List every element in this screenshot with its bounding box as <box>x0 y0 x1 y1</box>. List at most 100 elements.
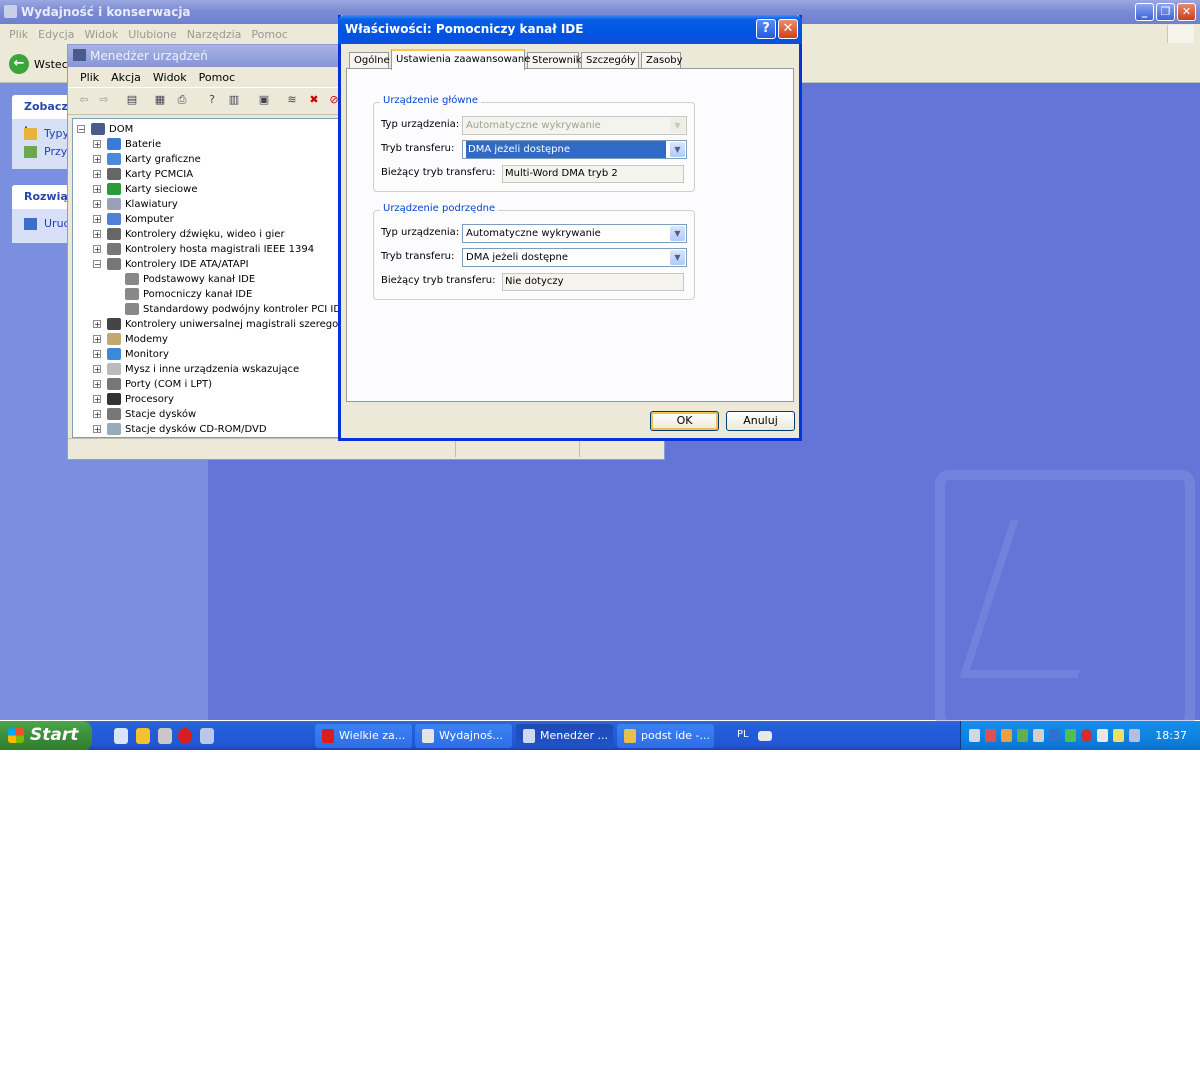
close-button[interactable]: ✕ <box>1177 3 1196 21</box>
collapse-icon[interactable]: − <box>77 125 85 134</box>
tree-item-label: Kontrolery IDE ATA/ATAPI <box>125 259 249 270</box>
chevron-down-icon[interactable]: ▼ <box>670 226 685 241</box>
helper-icon <box>24 146 37 158</box>
console-tree-icon[interactable]: ▤ <box>124 93 140 107</box>
secondary-transfer-mode-label: Tryb transferu: <box>381 251 455 262</box>
secondary-device-type-select[interactable]: Automatyczne wykrywanie ▼ <box>462 224 687 243</box>
primary-transfer-mode-value: DMA jeżeli dostępne <box>466 141 666 158</box>
media-player-icon[interactable] <box>136 728 150 744</box>
back-arrow-icon[interactable]: ← <box>9 54 29 74</box>
menu-favorites[interactable]: Ulubione <box>128 28 177 41</box>
tab-driver[interactable]: Sterownik <box>527 52 582 69</box>
expand-icon[interactable]: + <box>93 140 101 149</box>
primary-transfer-mode-label: Tryb transferu: <box>381 143 455 154</box>
expand-icon[interactable]: + <box>93 245 101 254</box>
minimize-button[interactable]: _ <box>1135 3 1154 21</box>
menu-file[interactable]: Plik <box>9 28 28 41</box>
close-button[interactable]: ✕ <box>778 19 798 39</box>
taskbar-button[interactable]: Menedżer ... <box>516 724 613 748</box>
tree-item-label: Procesory <box>125 394 174 405</box>
expand-icon[interactable]: + <box>93 185 101 194</box>
chevron-down-icon[interactable]: ▼ <box>670 250 685 265</box>
primary-transfer-mode-select[interactable]: DMA jeżeli dostępne ▼ <box>462 140 687 159</box>
update-driver-icon[interactable]: ≋ <box>284 93 300 107</box>
tab-details[interactable]: Szczegóły <box>581 52 639 69</box>
notepad-icon[interactable] <box>158 728 172 744</box>
expand-icon[interactable]: + <box>93 170 101 179</box>
back-icon[interactable]: ⇦ <box>76 93 92 107</box>
secondary-device-group: Urządzenie podrzędne Typ urządzenia: Aut… <box>373 203 695 300</box>
menu-tools[interactable]: Narzędzia <box>187 28 242 41</box>
menu-edit[interactable]: Edycja <box>38 28 74 41</box>
expand-icon[interactable]: + <box>93 200 101 209</box>
help-icon[interactable]: ? <box>204 93 220 107</box>
menu-view[interactable]: Widok <box>84 28 118 41</box>
dm-menu-help[interactable]: Pomoc <box>199 71 235 84</box>
keyboard-icon[interactable] <box>758 731 772 741</box>
tab-general[interactable]: Ogólne <box>349 52 390 69</box>
collapse-icon[interactable]: − <box>93 260 101 269</box>
properties-dialog-titlebar[interactable]: Właściwości: Pomocniczy kanał IDE ? ✕ <box>338 15 802 44</box>
tree-item-label: Komputer <box>125 214 174 225</box>
opera-icon[interactable] <box>178 728 192 744</box>
see-also-header[interactable]: Zobacz t <box>12 95 74 137</box>
expand-icon[interactable]: + <box>93 425 101 434</box>
network-icon[interactable] <box>969 729 980 742</box>
expand-icon[interactable]: + <box>93 215 101 224</box>
tab-resources[interactable]: Zasoby <box>641 52 683 69</box>
bluetooth-icon[interactable] <box>1049 729 1060 742</box>
expand-icon[interactable]: + <box>93 365 101 374</box>
secondary-transfer-mode-select[interactable]: DMA jeżeli dostępne ▼ <box>462 248 687 267</box>
chevron-down-icon[interactable]: ▼ <box>670 142 685 157</box>
cancel-button[interactable]: Anuluj <box>726 411 795 431</box>
expand-icon[interactable]: + <box>93 320 101 329</box>
users-icon[interactable] <box>1129 729 1140 742</box>
uninstall-icon[interactable]: ✖ <box>306 93 322 107</box>
tab-advanced-settings[interactable]: Ustawienia zaawansowane <box>391 49 530 70</box>
expand-icon[interactable]: + <box>93 155 101 164</box>
expand-icon[interactable]: + <box>93 335 101 344</box>
display-icon[interactable] <box>1097 729 1108 742</box>
dm-menu-action[interactable]: Akcja <box>111 71 141 84</box>
troubleshoot-panel: Rozwiąż Uruc <box>12 185 74 243</box>
safely-remove-icon[interactable] <box>1065 729 1076 742</box>
view-icon[interactable]: ▥ <box>226 93 242 107</box>
antivirus-icon[interactable] <box>1081 729 1092 742</box>
see-also-item[interactable]: Przy <box>12 143 74 161</box>
see-also-item[interactable]: Typy <box>12 125 74 143</box>
volume-icon[interactable] <box>1113 729 1124 742</box>
troubleshoot-item[interactable]: Uruc <box>12 215 74 233</box>
restore-button[interactable]: ❐ <box>1156 3 1175 21</box>
forward-icon[interactable]: ⇨ <box>96 93 112 107</box>
secondary-device-type-label: Typ urządzenia: <box>381 227 460 238</box>
troubleshoot-header[interactable]: Rozwiąż <box>12 185 74 209</box>
tray-app-icon[interactable] <box>1001 729 1012 742</box>
wireless-icon[interactable] <box>1017 729 1028 742</box>
expand-icon[interactable]: + <box>93 410 101 419</box>
menu-help[interactable]: Pomoc <box>251 28 287 41</box>
expand-icon[interactable]: + <box>93 380 101 389</box>
language-indicator[interactable]: PL <box>737 729 749 740</box>
dm-menu-file[interactable]: Plik <box>80 71 99 84</box>
tray-app-icon[interactable] <box>1033 729 1044 742</box>
show-desktop-icon[interactable] <box>114 728 128 744</box>
scan-hardware-icon[interactable]: ▣ <box>256 93 272 107</box>
quicklaunch-icon[interactable] <box>200 728 214 744</box>
device-tree[interactable]: − DOM + Baterie + Karty graficzne + Karty PCM… <box>72 118 342 438</box>
start-button[interactable]: Start <box>0 721 92 750</box>
print-icon[interactable]: ⎙ <box>174 93 190 107</box>
expand-icon[interactable]: + <box>93 395 101 404</box>
dm-menu-view[interactable]: Widok <box>153 71 187 84</box>
taskbar-button[interactable]: Wydajnoś... <box>415 724 512 748</box>
ok-button[interactable]: OK <box>650 411 719 431</box>
folder-icon <box>24 128 37 140</box>
taskbar-button[interactable]: Wielkie za... <box>315 724 412 748</box>
help-button[interactable]: ? <box>756 19 776 39</box>
taskbar-button-label: Menedżer ... <box>540 729 609 742</box>
expand-icon[interactable]: + <box>93 230 101 239</box>
expand-icon[interactable]: + <box>93 350 101 359</box>
device-category-icon <box>107 423 121 435</box>
tray-app-icon[interactable] <box>985 729 996 742</box>
properties-icon[interactable]: ▦ <box>152 93 168 107</box>
taskbar-button[interactable]: podst ide -... <box>617 724 714 748</box>
